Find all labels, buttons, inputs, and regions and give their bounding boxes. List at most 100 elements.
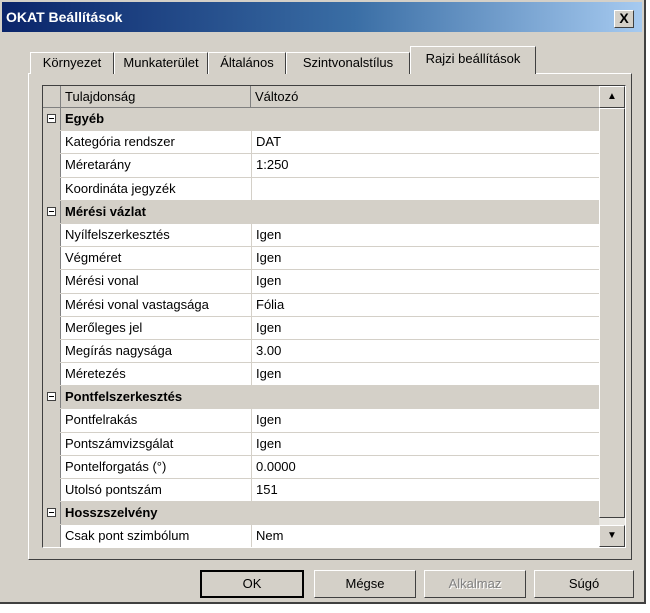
cancel-button[interactable]: Mégse [314,570,416,598]
property-label: Koordináta jegyzék [65,180,176,196]
property-value[interactable]: 151 [251,479,278,502]
group-row[interactable]: Pontfelszerkesztés [43,386,599,410]
property-label: Mérési vonal vastagsága [65,296,209,312]
property-value[interactable]: Igen [251,247,281,270]
property-label: Kategória rendszer [65,134,175,150]
group-row[interactable]: Egyéb [43,108,599,132]
property-value[interactable]: Nem [251,525,283,547]
group-row[interactable]: Mérési vázlat [43,200,599,224]
row-gutter [43,432,61,455]
group-label: Pontfelszerkesztés [65,389,183,405]
row-gutter [43,223,61,247]
scroll-thumb[interactable] [599,108,625,518]
row-gutter [43,386,61,409]
property-value[interactable]: Fólia [251,293,284,316]
property-value[interactable]: 0.0000 [251,455,296,478]
property-row[interactable]: Pontszámvizsgálat Igen [43,432,599,456]
property-grid[interactable]: Tulajdonság Változó Egyéb Kategória rends… [42,85,626,548]
vertical-scrollbar[interactable]: ▲ ▼ [599,86,625,547]
row-gutter [43,363,61,386]
collapse-icon[interactable] [47,206,56,216]
ok-button[interactable]: OK [200,570,304,598]
scroll-down-button[interactable]: ▼ [599,525,625,547]
close-button[interactable]: X [614,10,634,28]
property-label: Megírás nagysága [65,342,172,358]
tab-szintvonalstilus[interactable]: Szintvonalstílus [286,52,410,74]
property-label: Csak pont szimbólum [65,528,190,544]
header-value[interactable]: Változó [251,86,599,107]
arrow-down-icon: ▼ [607,530,617,541]
scroll-up-button[interactable]: ▲ [599,86,625,108]
property-row[interactable]: Csak pont szimbólum Nem [43,525,599,547]
property-label: Pontelforgatás (°) [65,458,167,474]
property-label: Nyílfelszerkesztés [65,226,170,242]
row-gutter [43,154,61,177]
property-row[interactable]: Mérési vonal Igen [43,270,599,294]
group-label: Hosszszelvény [65,505,158,521]
property-value[interactable]: Igen [251,270,281,293]
close-icon: X [619,10,629,26]
tab-altalanos[interactable]: Általános [208,52,286,74]
row-gutter [43,270,61,293]
title-bar[interactable]: OKAT Beállítások X [2,2,642,32]
collapse-icon[interactable] [47,114,56,123]
row-gutter [43,177,61,200]
property-label: Méretarány [65,157,131,173]
property-value[interactable]: DAT [251,131,281,154]
property-value[interactable]: Igen [251,363,281,386]
group-row[interactable]: Hosszszelvény [43,502,599,526]
property-value[interactable]: Igen [251,316,281,339]
property-value[interactable]: 1:250 [251,154,289,177]
property-value[interactable]: Igen [251,223,281,247]
property-row[interactable]: Kategória rendszer DAT [43,131,599,155]
property-row[interactable]: Koordináta jegyzék [43,177,599,201]
property-label: Pontfelrakás [65,412,138,428]
tab-kornyezet[interactable]: Környezet [30,52,114,74]
property-label: Mérési vonal [65,273,139,289]
arrow-up-icon: ▲ [607,91,617,102]
row-gutter [43,108,61,131]
property-value[interactable]: Igen [251,432,281,455]
property-value[interactable]: Igen [251,409,281,432]
property-row[interactable]: Megírás nagysága 3.00 [43,339,599,364]
property-row[interactable]: Mérési vonal vastagsága Fólia [43,293,599,317]
property-row[interactable]: Végméret Igen [43,247,599,271]
row-gutter [43,409,61,432]
property-label: Végméret [65,250,122,266]
tab-rajzi-beallitasok[interactable]: Rajzi beállítások [410,46,536,74]
row-gutter [43,200,61,223]
row-gutter [43,502,61,525]
settings-dialog: OKAT Beállítások X Környezet Munkaterüle… [0,0,646,604]
collapse-icon[interactable] [47,508,56,518]
row-gutter [43,339,61,363]
row-gutter [43,525,61,547]
property-row[interactable]: Pontelforgatás (°) 0.0000 [43,455,599,479]
grid-rows: Egyéb Kategória rendszer DAT Méretarány 1:25… [43,108,599,547]
row-gutter [43,131,61,154]
header-property[interactable]: Tulajdonság [61,86,251,107]
property-label: Merőleges jel [65,319,143,335]
row-gutter [43,479,61,502]
property-row[interactable]: Utolsó pontszám 151 [43,479,599,503]
property-value[interactable] [251,177,256,200]
tab-munkaterulet[interactable]: Munkaterület [114,52,208,74]
apply-button[interactable]: Alkalmaz [424,570,526,598]
property-label: Pontszámvizsgálat [65,435,174,451]
collapse-icon[interactable] [47,392,56,402]
grid-header: Tulajdonság Változó [43,86,599,108]
property-row[interactable]: Méretezés Igen [43,363,599,387]
property-row[interactable]: Pontfelrakás Igen [43,409,599,433]
row-gutter [43,316,61,339]
property-row[interactable]: Nyílfelszerkesztés Igen [43,223,599,248]
row-gutter [43,247,61,270]
header-gutter [43,86,61,107]
row-gutter [43,293,61,316]
property-label: Utolsó pontszám [65,482,162,497]
help-button[interactable]: Súgó [534,570,634,598]
property-value[interactable]: 3.00 [251,339,281,363]
property-label: Méretezés [65,366,126,382]
group-label: Mérési vázlat [65,203,146,219]
row-gutter [43,455,61,478]
property-row[interactable]: Méretarány 1:250 [43,154,599,178]
property-row[interactable]: Merőleges jel Igen [43,316,599,340]
